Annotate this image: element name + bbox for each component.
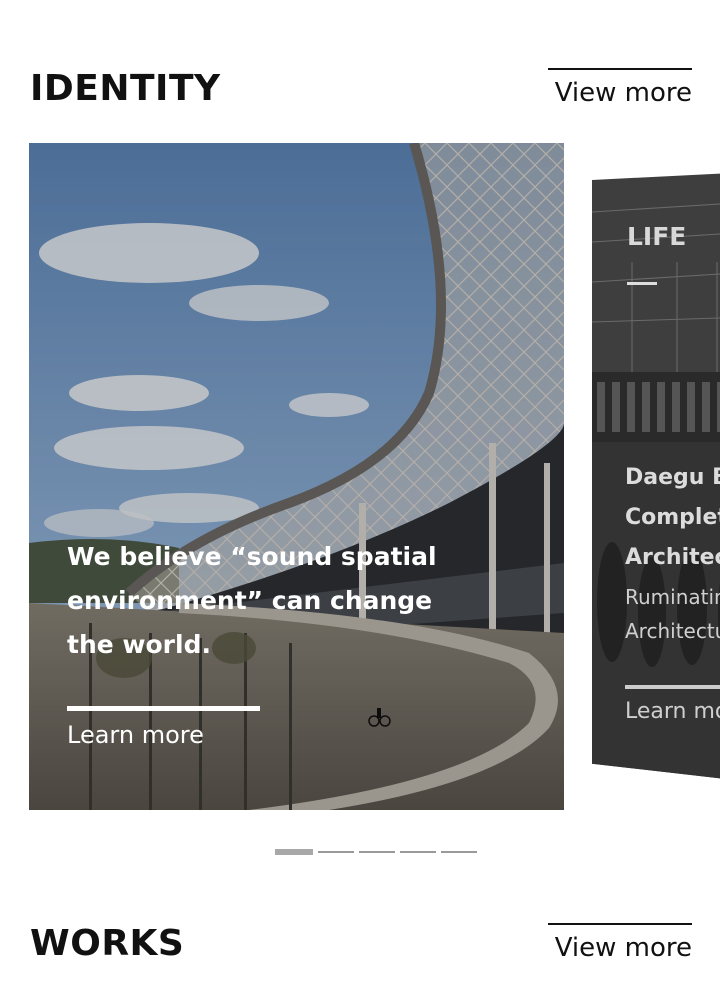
learn-more-underline [625, 685, 720, 689]
pager-dot[interactable] [400, 851, 436, 853]
category-underline [627, 282, 657, 285]
pager-dot[interactable] [441, 851, 477, 853]
works-view-more-link[interactable]: View more [548, 923, 692, 963]
card-title-line: Daegu Ba [625, 465, 720, 490]
works-section-title: WORKS [30, 923, 185, 964]
card-subtitle-line: Ruminatin [625, 585, 720, 609]
card-category-label: LIFE [627, 222, 687, 251]
pager-dot[interactable] [318, 851, 354, 853]
card-headline: We believe “sound spatial environment” c… [67, 542, 437, 659]
learn-more-underline [67, 706, 260, 711]
identity-card[interactable]: We believe “sound spatial environment” c… [29, 143, 564, 810]
learn-more-link[interactable]: Learn more [67, 721, 204, 749]
card-title-line: Architect [625, 545, 720, 570]
card-title-line: Complete [625, 505, 720, 530]
identity-section-title: IDENTITY [30, 68, 221, 109]
card-subtitle-line: Architectu [625, 619, 720, 643]
card-title: Daegu Ba Complete Architect [625, 458, 720, 578]
carousel-pagination [275, 849, 477, 855]
pager-dot[interactable] [275, 849, 313, 855]
learn-more-link[interactable]: Learn mo [625, 699, 720, 724]
life-card[interactable]: LIFE Daegu Ba Complete Architect Ruminat… [592, 172, 720, 782]
card-subtitle: Ruminatin Architectu [625, 580, 720, 648]
pager-dot[interactable] [359, 851, 395, 853]
identity-view-more-link[interactable]: View more [548, 68, 692, 108]
